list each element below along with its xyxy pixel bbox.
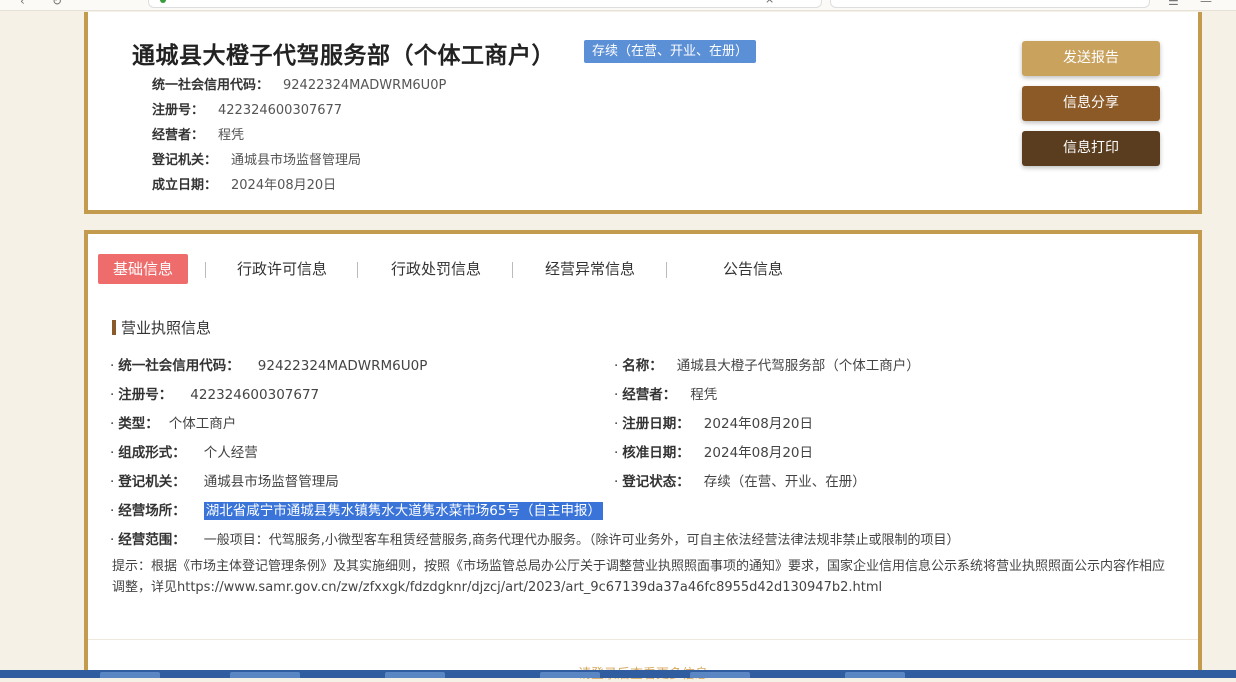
section-title: 营业执照信息 [112,317,211,338]
header-founded: 成立日期： 2024年08月20日 [152,174,336,193]
operator-label: 经营者： [152,128,205,143]
send-report-button[interactable]: 发送报告 [1022,41,1160,76]
info-reg-status: · 登记状态： 存续（在营、开业、在册） [614,474,866,490]
tab-divider [666,262,667,278]
share-info-button[interactable]: 信息分享 [1022,86,1160,121]
credit-code-label: 统一社会信用代码： [152,78,270,93]
header-credit-code: 统一社会信用代码： 92422324MADWRM6U0P [152,74,446,93]
info-authority: · 登记机关： 通城县市场监督管理局 [110,474,339,490]
tab-bar: 基础信息 行政许可信息 行政处罚信息 经营异常信息 公告信息 [84,230,1202,297]
credit-code-value: 92422324MADWRM6U0P [283,78,447,93]
info-business-scope: · 经营范围： 一般项目：代驾服务,小微型客车租赁经营服务,商务代理代办服务。（除许… [110,532,960,548]
tab-basic-info[interactable]: 基础信息 [98,254,189,284]
section-title-text: 营业执照信息 [121,319,212,337]
info-reg-date: · 注册日期： 2024年08月20日 [614,416,814,432]
taskbar-item[interactable] [385,672,445,678]
info-name: · 名称： 通城县大橙子代驾服务部（个体工商户） [614,358,920,374]
header-operator: 经营者： 程凭 [152,124,244,143]
taskbar-item[interactable] [690,672,750,678]
selected-address-text[interactable]: 湖北省咸宁市通城县隽水镇隽水大道隽水菜市场65号（自主申报） [203,502,603,520]
tab-divider [512,262,513,278]
section-marker [112,320,116,335]
founded-value: 2024年08月20日 [231,178,337,193]
info-reg-no: · 注册号： 422324600307677 [110,387,320,403]
taskbar-item[interactable] [540,672,600,678]
tab-admin-penalty[interactable]: 行政处罚信息 [391,254,481,284]
print-info-button[interactable]: 信息打印 [1022,131,1160,166]
taskbar-item[interactable] [100,672,160,678]
reg-no-value: 422324600307677 [218,103,343,118]
browser-search-box[interactable] [830,0,1150,8]
back-icon[interactable]: ‹ [20,0,25,8]
tab-divider [357,262,358,278]
info-operator: · 经营者： 程凭 [614,387,718,403]
authority-value: 通城县市场监督管理局 [231,153,362,168]
tab-abnormal-operation[interactable]: 经营异常信息 [545,254,635,284]
os-taskbar [0,670,1236,678]
taskbar-item[interactable] [230,672,300,678]
authority-label: 登记机关： [152,153,218,168]
info-composition: · 组成形式： 个人经营 [110,445,258,461]
company-name: 通城县大橙子代驾服务部（个体工商户） [132,43,555,69]
notice-tip: 提示：根据《市场主体登记管理条例》及其实施细则，按照《市场监管总局办公厅关于调整… [112,559,1166,595]
divider [88,639,1198,640]
menu-icon[interactable]: ☰ [1168,0,1179,8]
tab-divider [205,262,206,278]
taskbar-item[interactable] [845,672,905,678]
company-header-card: 通城县大橙子代驾服务部（个体工商户） 存续（在营、开业、在册） 统一社会信用代码… [84,12,1202,214]
browser-toolbar: ‹ ↻ × ☰ — [0,0,1236,11]
tab-admin-license[interactable]: 行政许可信息 [237,254,327,284]
tab-announcements[interactable]: 公告信息 [723,254,783,284]
clear-url-icon[interactable]: × [765,0,774,6]
operator-value: 程凭 [218,128,245,143]
header-reg-no: 注册号： 422324600307677 [152,99,342,118]
founded-label: 成立日期： [152,178,218,193]
info-premises: · 经营场所： 湖北省咸宁市通城县隽水镇隽水大道隽水菜市场65号（自主申报） [110,502,603,520]
info-approval-date: · 核准日期： 2024年08月20日 [614,445,814,461]
header-authority: 登记机关： 通城县市场监督管理局 [152,149,361,168]
info-type: · 类型： 个体工商户 [110,416,237,432]
reload-icon[interactable]: ↻ [52,0,62,8]
window-control-icon[interactable]: — [1200,0,1212,8]
address-bar[interactable] [148,0,822,8]
license-info-panel: 营业执照信息 · 统一社会信用代码： 92422324MADWRM6U0P · 注册号… [84,293,1202,682]
status-badge: 存续（在营、开业、在册） [584,40,757,63]
reg-no-label: 注册号： [152,103,205,118]
info-credit-code: · 统一社会信用代码： 92422324MADWRM6U0P [110,358,428,374]
